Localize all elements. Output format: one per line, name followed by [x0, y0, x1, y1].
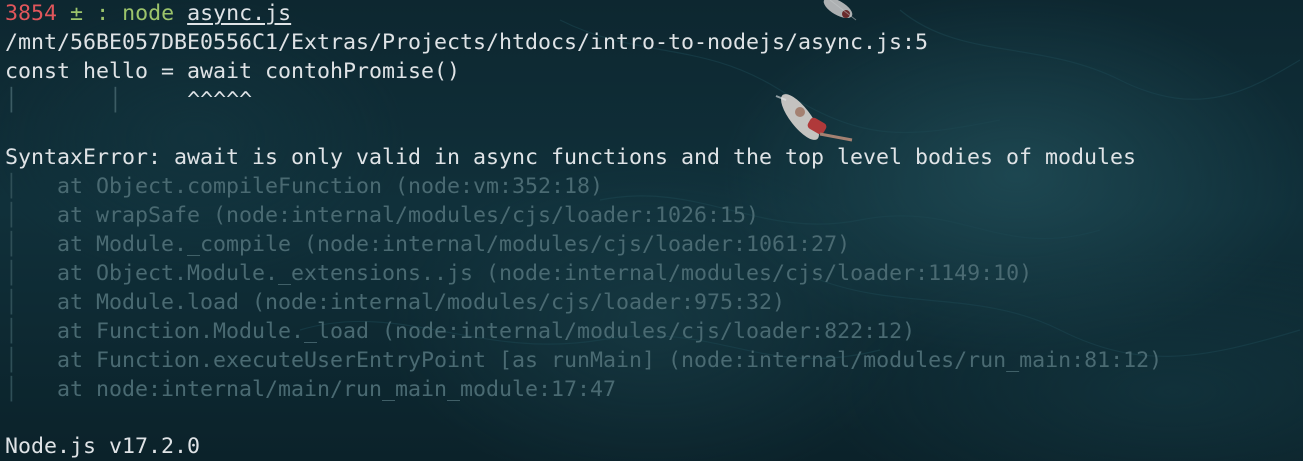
command-name: node — [122, 1, 175, 26]
prompt-line: 3854 ± : node async.js — [5, 0, 1303, 29]
command-argument: async.js — [187, 1, 292, 26]
error-message: SyntaxError: await is only valid in asyn… — [5, 145, 1137, 171]
stack-frame: │ at Module._compile (node:internal/modu… — [5, 232, 851, 258]
stack-frame: │ at node:internal/main/run_main_module:… — [5, 376, 617, 402]
prompt-symbol: ± — [70, 1, 84, 26]
stack-frame: │ at Object.compileFunction (node:vm:352… — [5, 174, 604, 200]
error-location: /mnt/56BE057DBE0556C1/Extras/Projects/ht… — [5, 29, 929, 55]
indent-guide: │ — [5, 87, 19, 113]
indent-guide: │ — [109, 87, 123, 113]
stack-frame: │ at Module.load (node:internal/modules/… — [5, 289, 786, 315]
stack-frame: │ at Object.Module._extensions..js (node… — [5, 261, 1033, 287]
stack-trace: │ at Object.compileFunction (node:vm:352… — [5, 173, 1303, 404]
history-number: 3854 — [5, 1, 58, 26]
node-version: Node.js v17.2.0 — [5, 434, 201, 460]
stack-frame: │ at Function.Module._load (node:interna… — [5, 318, 916, 344]
source-line: const hello = await contohPromise() — [5, 58, 461, 84]
caret-marker: ^^^^^ — [187, 87, 253, 113]
terminal-output: 3854 ± : node async.js /mnt/56BE057DBE05… — [5, 0, 1303, 461]
prompt-separator: : — [96, 1, 110, 26]
caret-line: │ │ ^^^^^ — [5, 87, 1303, 116]
stack-frame: │ at Function.executeUserEntryPoint [as … — [5, 347, 1163, 373]
stack-frame: │ at wrapSafe (node:internal/modules/cjs… — [5, 203, 760, 229]
